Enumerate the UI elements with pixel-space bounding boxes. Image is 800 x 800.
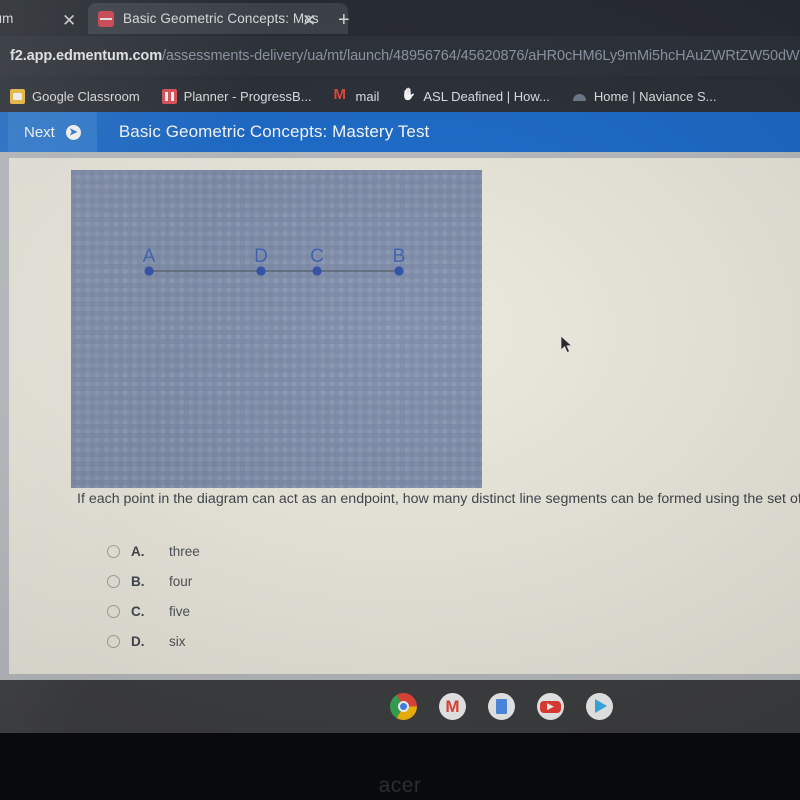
chrome-icon[interactable]	[390, 693, 417, 720]
answer-a-text: three	[169, 543, 200, 559]
header-left-stub	[0, 112, 8, 152]
next-button-label: Next	[24, 123, 55, 141]
answer-b-text: four	[169, 573, 193, 589]
gmail-icon[interactable]	[439, 693, 466, 720]
hand-icon	[401, 89, 416, 104]
tab-2-close-icon[interactable]: ✕	[302, 12, 316, 29]
classroom-icon	[10, 88, 25, 104]
bookmark-label: Planner - ProgressB...	[183, 88, 312, 104]
url-host: f2.app.edmentum.com	[10, 48, 162, 64]
bookmark-label: Google Classroom	[32, 88, 140, 104]
brand-logo: acer	[378, 774, 422, 797]
question-text: If each point in the diagram can act as …	[77, 491, 800, 507]
radio-b[interactable]	[107, 574, 120, 588]
bookmark-asl-deafined[interactable]: ASL Deafined | How...	[401, 89, 549, 104]
radio-a[interactable]	[107, 544, 120, 558]
tab-1-title: ntum	[0, 11, 14, 26]
radio-d[interactable]	[107, 634, 120, 648]
bookmark-mail[interactable]: mail	[334, 86, 380, 104]
point-d-dot	[256, 266, 266, 276]
naviance-icon	[572, 89, 587, 104]
answer-a-letter: A.	[131, 543, 145, 559]
answer-option-b[interactable]: B. four	[107, 566, 427, 596]
url-text: f2.app.edmentum.com/assessments-delivery…	[10, 48, 800, 64]
point-c-label: C	[310, 246, 324, 267]
laptop-photo: ntum ✕ Basic Geometric Concepts: Mas ✕ +…	[0, 0, 800, 800]
bookmark-label: ASL Deafined | How...	[423, 88, 550, 104]
bookmarks-bar: Google Classroom Planner - ProgressB... …	[0, 80, 800, 112]
screen: ntum ✕ Basic Geometric Concepts: Mas ✕ +…	[0, 0, 800, 733]
answer-option-a[interactable]: A. three	[107, 536, 427, 566]
bookmark-naviance[interactable]: Home | Naviance S...	[572, 88, 717, 104]
new-tab-button[interactable]: +	[338, 10, 350, 30]
page-title: Basic Geometric Concepts: Mastery Test	[118, 122, 430, 141]
radio-c[interactable]	[107, 604, 120, 618]
planner-icon	[161, 88, 177, 104]
url-path: /assessments-delivery/ua/mt/launch/48956…	[162, 48, 800, 64]
browser-chrome: ntum ✕ Basic Geometric Concepts: Mas ✕ +…	[0, 0, 800, 112]
answer-options: A. three B. four C. five D. six	[107, 536, 427, 656]
address-bar[interactable]: f2.app.edmentum.com/assessments-delivery…	[0, 36, 800, 76]
taskbar-icons	[390, 693, 613, 720]
laptop-bezel: acer	[0, 733, 800, 800]
geometry-diagram: A D C B	[71, 170, 482, 488]
play-store-icon[interactable]	[586, 693, 613, 720]
answer-c-letter: C.	[131, 603, 145, 619]
assessment-paper: A D C B If each point in the diagram can…	[9, 158, 800, 674]
answer-d-letter: D.	[131, 633, 145, 649]
line-segment-figure: A D C B	[143, 246, 406, 276]
bookmark-label: Home | Naviance S...	[593, 88, 717, 104]
answer-option-d[interactable]: D. six	[107, 626, 427, 656]
edmentum-icon	[98, 10, 114, 27]
app-header: Next ➤ Basic Geometric Concepts: Mastery…	[0, 112, 800, 152]
point-b-dot	[394, 266, 404, 276]
point-d-label: D	[254, 246, 268, 267]
point-a-dot	[144, 266, 154, 276]
bookmark-planner[interactable]: Planner - ProgressB...	[161, 88, 312, 104]
docs-icon[interactable]	[488, 693, 515, 720]
bookmark-label: mail	[355, 88, 380, 104]
bookmark-google-classroom[interactable]: Google Classroom	[10, 88, 140, 104]
youtube-icon[interactable]	[537, 693, 564, 720]
point-c-dot	[312, 266, 322, 276]
point-a-label: A	[143, 246, 156, 267]
point-b-label: B	[393, 246, 406, 267]
tab-1-close-icon[interactable]: ✕	[62, 12, 76, 29]
tab-2-title: Basic Geometric Concepts: Mas	[123, 11, 319, 26]
answer-d-text: six	[169, 633, 186, 649]
answer-c-text: five	[169, 603, 191, 619]
arrow-right-icon: ➤	[65, 124, 81, 140]
page-background: A D C B If each point in the diagram can…	[0, 152, 800, 680]
gmail-icon	[334, 86, 349, 104]
answer-option-c[interactable]: C. five	[107, 596, 427, 626]
answer-b-letter: B.	[131, 573, 145, 589]
next-button[interactable]: Next ➤	[8, 112, 97, 152]
tab-strip: ntum ✕ Basic Geometric Concepts: Mas ✕ +	[0, 0, 800, 36]
